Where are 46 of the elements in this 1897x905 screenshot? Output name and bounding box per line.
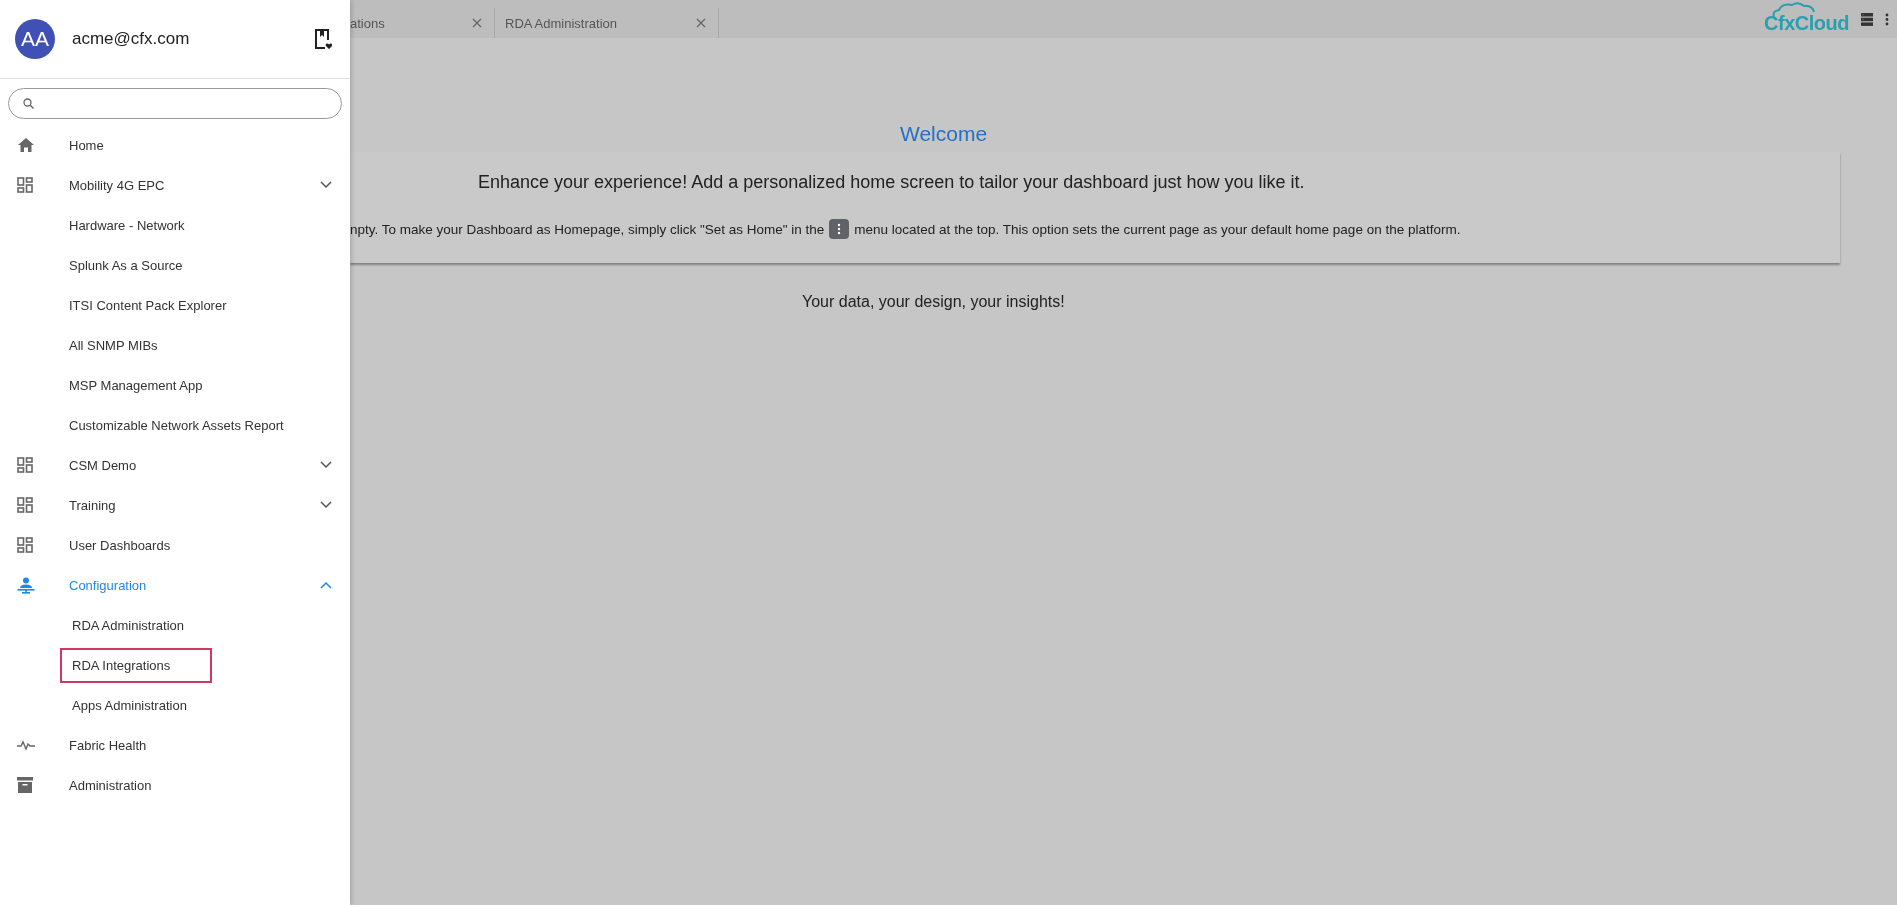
welcome-heading: Welcome xyxy=(899,121,989,146)
dashboard-icon xyxy=(17,457,33,473)
submenu-item[interactable]: Customizable Network Assets Report xyxy=(57,407,296,443)
menu-item[interactable]: Mobility 4G EPC xyxy=(0,165,350,205)
menu-item[interactable]: Home xyxy=(0,125,350,165)
dashboard-icon xyxy=(17,177,33,193)
submenu-item[interactable]: RDA Integrations xyxy=(60,647,213,683)
menu-item[interactable]: Training xyxy=(0,485,350,525)
card-title: Enhance your experience! Add a personalized home screen to tailor your dashboard just how you like it. xyxy=(477,172,1306,193)
chevron-up-icon[interactable] xyxy=(320,581,332,589)
more-icon xyxy=(829,219,850,239)
avatar[interactable]: AA xyxy=(15,19,55,59)
home-icon xyxy=(17,137,35,153)
submenu-item[interactable]: ITSI Content Pack Explorer xyxy=(57,287,239,323)
menu-item[interactable]: CSM Demo xyxy=(0,445,350,485)
card-text: menu located at the top. This option sets the current page as your default home page on the platform. xyxy=(854,221,1461,237)
close-icon[interactable] xyxy=(472,18,482,28)
chevron-down-icon[interactable] xyxy=(320,181,332,189)
menu-item[interactable]: Configuration xyxy=(0,565,350,605)
user-email: acme@cfx.com xyxy=(72,29,191,49)
tab[interactable]: RDA Administration xyxy=(495,8,719,38)
bookmark-heart-icon[interactable] xyxy=(314,28,332,50)
submenu-item[interactable]: MSP Management App xyxy=(57,367,215,403)
card-text: npty. To make your Dashboard as Homepage, simply click "Set as Home" in the xyxy=(350,221,825,237)
dashboard-icon xyxy=(17,537,33,553)
archive-icon xyxy=(17,777,33,793)
dashboard-icon xyxy=(17,497,33,513)
tab[interactable]: ations xyxy=(350,8,495,38)
server-icon[interactable] xyxy=(1861,12,1873,26)
submenu-item[interactable]: Apps Administration xyxy=(60,687,199,723)
menu-item[interactable]: Fabric Health xyxy=(0,725,350,765)
chevron-down-icon[interactable] xyxy=(320,461,332,469)
pulse-icon xyxy=(17,739,35,751)
chevron-down-icon[interactable] xyxy=(320,501,332,509)
close-icon[interactable] xyxy=(696,18,706,28)
logo: CfxCloud xyxy=(1764,0,1849,38)
tagline: Your data, your design, your insights! xyxy=(801,292,1066,311)
submenu-item[interactable]: Hardware - Network xyxy=(57,207,197,243)
search-icon xyxy=(23,98,34,109)
menu-item[interactable]: User Dashboards xyxy=(0,525,350,565)
submenu-item[interactable]: Splunk As a Source xyxy=(57,247,195,283)
person-network-icon xyxy=(17,576,35,594)
menu-item[interactable]: Administration xyxy=(0,765,350,805)
more-icon[interactable] xyxy=(1885,12,1889,26)
submenu-item[interactable]: RDA Administration xyxy=(60,607,196,643)
submenu-item[interactable]: All SNMP MIBs xyxy=(57,327,170,363)
